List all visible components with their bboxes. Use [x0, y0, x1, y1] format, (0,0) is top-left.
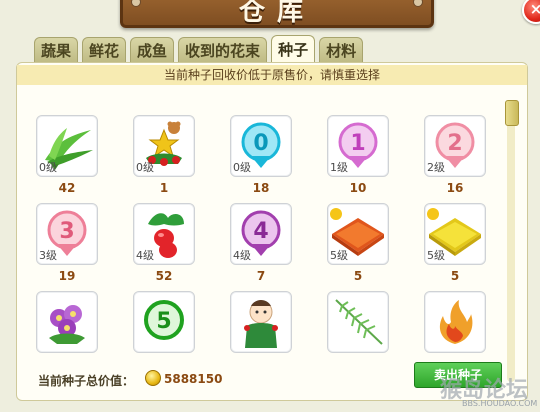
item-slot[interactable] — [424, 291, 486, 353]
tab-seeds[interactable]: 种子 — [271, 35, 316, 62]
item-slot[interactable]: 5 — [133, 291, 195, 353]
item-level: 0级 — [136, 161, 154, 174]
item-slot[interactable]: 4 4级 — [230, 203, 292, 265]
tab-vegetables[interactable]: 蔬果 — [34, 37, 79, 62]
category-tabs: 蔬果 鲜花 成鱼 收到的花束 种子 材料 — [34, 35, 364, 63]
item-slot[interactable]: 0 0级 — [230, 115, 292, 177]
item-slot[interactable]: 5级 — [327, 203, 389, 265]
item-slot[interactable]: 3 3级 — [36, 203, 98, 265]
price-warning: 当前种子回收价低于原售价，请慎重选择 — [17, 65, 527, 85]
item-count: 10 — [349, 181, 367, 195]
svg-text:5: 5 — [156, 309, 171, 334]
item-level: 5级 — [330, 249, 348, 262]
seed-item[interactable]: 0级 1 — [133, 115, 195, 195]
tab-received-bouquets[interactable]: 收到的花束 — [178, 37, 268, 62]
seed-item[interactable]: 4 4级 7 — [230, 203, 292, 283]
item-level: 4级 — [136, 249, 154, 262]
seed-item[interactable]: 1 1级 10 — [327, 115, 389, 195]
seed-item[interactable]: 3 3级 19 — [36, 203, 98, 283]
seed-item[interactable]: 4级 52 — [133, 203, 195, 283]
tab-materials[interactable]: 材料 — [319, 37, 364, 62]
tab-fish[interactable]: 成鱼 — [130, 37, 175, 62]
total-value: 5888150 — [164, 372, 223, 386]
seed-item[interactable]: 5级 5 — [327, 203, 389, 283]
flame-flower-icon — [439, 300, 473, 344]
item-level: 2级 — [427, 161, 445, 174]
window-title: 仓库 — [238, 0, 315, 27]
seed-item[interactable] — [424, 291, 486, 353]
item-level: 3级 — [39, 249, 57, 262]
item-count: 16 — [446, 181, 464, 195]
svg-text:2: 2 — [447, 131, 462, 156]
item-count: 5 — [450, 269, 460, 283]
item-count: 7 — [256, 269, 266, 283]
seed-item[interactable] — [230, 291, 292, 353]
seed-item[interactable] — [36, 291, 98, 353]
fern-icon — [335, 299, 383, 345]
item-slot[interactable]: 2 2级 — [424, 115, 486, 177]
svg-text:3: 3 — [59, 219, 74, 244]
title-board: 仓库 — [120, 0, 434, 28]
item-slot[interactable]: 0级 — [36, 115, 98, 177]
close-button[interactable]: × — [522, 0, 540, 24]
item-level: 1级 — [330, 161, 348, 174]
item-slot[interactable]: 1 1级 — [327, 115, 389, 177]
item-level: 0级 — [233, 161, 251, 174]
watermark-url: BBS.HOUDAO.COM — [462, 399, 538, 408]
svg-text:0: 0 — [253, 131, 268, 156]
seed-item[interactable] — [327, 291, 389, 353]
item-slot[interactable]: 0级 — [133, 115, 195, 177]
item-count: 42 — [58, 181, 76, 195]
item-level: 0级 — [39, 161, 57, 174]
item-count: 52 — [155, 269, 173, 283]
number-5-balloon-icon: 5 — [144, 300, 184, 340]
scrollbar-track[interactable] — [507, 100, 515, 382]
item-slot[interactable]: 5级 — [424, 203, 486, 265]
svg-text:1: 1 — [350, 131, 365, 156]
svg-text:4: 4 — [253, 219, 268, 244]
item-slot[interactable] — [230, 291, 292, 353]
item-slot[interactable] — [36, 291, 98, 353]
warehouse-window: 仓库 × 蔬果 鲜花 成鱼 收到的花束 种子 材料 当前种子回收价低于原售价，请… — [0, 0, 540, 412]
doll-icon — [244, 300, 278, 348]
seed-item[interactable]: 5级 5 — [424, 203, 486, 283]
seed-item[interactable]: 5 — [133, 291, 195, 353]
seed-item[interactable]: 2 2级 16 — [424, 115, 486, 195]
item-level: 5级 — [427, 249, 445, 262]
item-slot[interactable] — [327, 291, 389, 353]
total-value-label: 当前种子总价值： — [38, 374, 135, 388]
item-count: 5 — [353, 269, 363, 283]
tab-flowers[interactable]: 鲜花 — [82, 37, 127, 62]
item-count: 19 — [58, 269, 76, 283]
seed-item[interactable]: 0级 42 — [36, 115, 98, 195]
seed-item[interactable]: 0 0级 18 — [230, 115, 292, 195]
scrollbar-thumb[interactable] — [505, 100, 519, 126]
item-slot[interactable]: 4级 — [133, 203, 195, 265]
item-count: 1 — [159, 181, 169, 195]
item-count: 18 — [252, 181, 270, 195]
gold-coin-icon — [145, 370, 161, 386]
purple-flower-icon — [49, 305, 85, 344]
item-level: 4级 — [233, 249, 251, 262]
